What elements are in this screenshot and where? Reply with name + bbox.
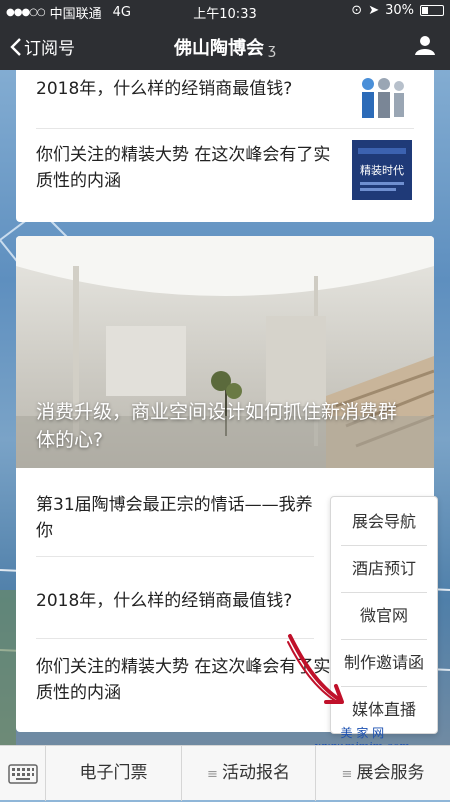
article-thumbnail-people[interactable] — [352, 70, 412, 130]
divider — [36, 556, 314, 557]
menu-item-hotel-booking[interactable]: 酒店预订 — [331, 546, 437, 592]
article-item[interactable]: 2018年，什么样的经销商最值钱? — [36, 588, 314, 614]
article-item[interactable]: 第31届陶博会最正宗的情话——我养你 — [36, 492, 324, 544]
lock-rotation-icon: ⊙ — [351, 3, 363, 18]
profile-button[interactable] — [414, 34, 436, 60]
menu-icon: ≡ — [341, 767, 353, 782]
user-icon — [415, 36, 435, 55]
keyboard-toggle-button[interactable] — [0, 746, 46, 801]
featured-article-title: 消费升级，商业空间设计如何抓住新消费群体的心? — [36, 401, 398, 451]
tab-exhibition-services[interactable]: ≡ 展会服务 — [316, 746, 450, 801]
tab-label: 电子门票 — [79, 763, 148, 783]
menu-item-exhibition-guide[interactable]: 展会导航 — [331, 499, 437, 545]
article-card-top: 2018年，什么样的经销商最值钱? 你们关注的精装大势 在这次峰会有了实质性的内… — [16, 70, 434, 222]
tab-e-ticket[interactable]: 电子门票 — [46, 746, 182, 801]
tab-event-signup[interactable]: ≡ 活动报名 — [182, 746, 316, 801]
annotation-arrow-icon — [287, 634, 344, 704]
divider — [36, 638, 314, 639]
article-title: 第31届陶博会最正宗的情话——我养你 — [36, 495, 313, 541]
article-thumbnail-poster[interactable]: 精装时代 — [352, 140, 412, 200]
article-item[interactable]: 你们关注的精装大势 在这次峰会有了实质性的内涵 — [36, 142, 334, 194]
article-title: 2018年，什么样的经销商最值钱? — [36, 591, 293, 611]
article-title: 2018年，什么样的经销商最值钱? — [36, 79, 293, 99]
featured-article[interactable]: 消费升级，商业空间设计如何抓住新消费群体的心? — [16, 236, 434, 468]
thumbnail-caption: 精装时代 — [360, 164, 404, 177]
watermark-title: 美 家 网 — [340, 726, 385, 740]
keyboard-icon — [8, 764, 38, 784]
tab-label: 展会服务 — [356, 763, 425, 783]
tab-label: 活动报名 — [221, 763, 290, 783]
ear-icon: ʒ — [267, 42, 277, 58]
divider — [36, 128, 414, 129]
page-title: 佛山陶博会 — [173, 38, 264, 59]
article-title: 你们关注的精装大势 在这次峰会有了实质性的内涵 — [36, 145, 331, 191]
menu-icon: ≡ — [207, 767, 218, 782]
location-icon: ➤ — [368, 3, 380, 18]
battery-icon — [420, 5, 444, 16]
bottom-menu-bar: 电子门票 ≡ 活动报名 ≡ 展会服务 — [0, 745, 450, 801]
nav-bar: 订阅号 佛山陶博会 ʒ — [0, 22, 450, 70]
article-item[interactable]: 2018年，什么样的经销商最值钱? — [36, 76, 334, 102]
status-bar: ●●●○○ 中国联通 4G 上午10:33 ⊙ ➤ 30% — [0, 0, 450, 22]
battery-percent: 30% — [385, 3, 414, 18]
